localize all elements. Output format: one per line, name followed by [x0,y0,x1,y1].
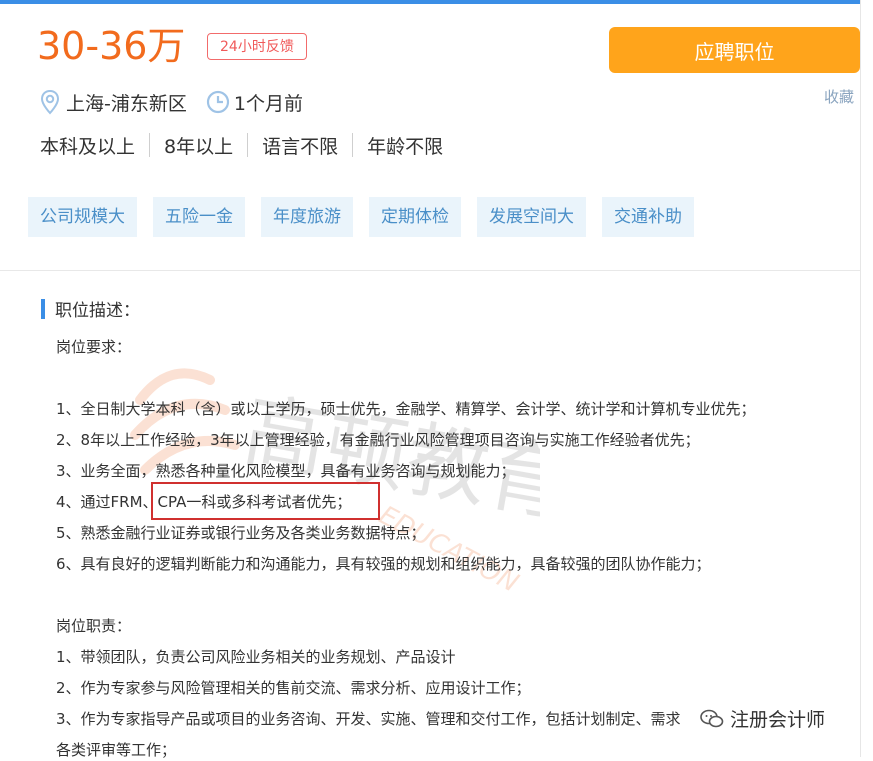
requirements-heading: 岗位要求： [56,338,132,356]
clock-icon [205,89,231,115]
wechat-icon [700,709,724,727]
duty-item: 1、带领团队，负责公司风险业务相关的业务规划、产品设计 [56,648,456,666]
benefit-tag: 公司规模大 [28,197,137,237]
req-experience: 8年以上 [164,135,234,158]
benefit-tag: 五险一金 [153,197,245,237]
duty-item: 2、作为专家参与风险管理相关的售前交流、需求分析、应用设计工作； [56,679,531,697]
req-age: 年龄不限 [367,135,444,158]
benefit-tags: 公司规模大 五险一金 年度旅游 定期体检 发展空间大 交通补助 [28,197,710,237]
cpa-highlight-box [151,482,380,520]
req-language: 语言不限 [262,135,339,158]
benefit-tag: 年度旅游 [261,197,353,237]
requirement-item: 3、业务全面，熟悉各种量化风险模型，具备有业务咨询与规划能力； [56,462,516,480]
requirement-item: 1、全日制大学本科（含）或以上学历，硕士优先，金融学、精算学、会计学、统计学和计… [56,400,756,418]
favorite-link[interactable]: 收藏 [824,86,854,107]
wechat-watermark: 注册会计师 [700,705,826,732]
salary-range: 30-36万 [37,24,186,68]
duties-heading: 岗位职责： [56,617,132,635]
posted-time: 1个月前 [233,92,303,115]
section-divider [0,270,860,271]
benefit-tag: 发展空间大 [477,197,586,237]
section-title: 职位描述： [55,301,140,321]
requirement-item: 5、熟悉金融行业证券或银行业务及各类业务数据特点； [56,524,426,542]
req-education: 本科及以上 [40,135,136,158]
section-header: 职位描述： [41,296,140,321]
location-pin-icon [37,89,63,115]
requirement-summary: 本科及以上 8年以上 语言不限 年龄不限 [40,131,443,159]
benefit-tag: 交通补助 [602,197,694,237]
requirement-item: 2、8年以上工作经验，3年以上管理经验，有金融行业风险管理项目咨询与实施工作经验… [56,431,700,449]
section-accent-bar [41,298,45,319]
watermark-sub: EDUCATION [374,500,523,598]
duty-item: 各类评审等工作； [56,741,177,759]
requirement-item: 6、具有良好的逻辑判断能力和沟通能力，具有较强的规划和组织能力，具备较强的团队协… [56,555,711,573]
feedback-badge: 24小时反馈 [207,33,307,60]
location-text: 上海-浦东新区 [66,92,187,115]
wechat-account-name: 注册会计师 [730,709,826,731]
right-border [860,0,861,757]
duty-item: 3、作为专家指导产品或项目的业务咨询、开发、实施、管理和交付工作，包括计划制定、… [56,710,681,728]
job-meta: 上海-浦东新区 1个月前 [37,87,303,117]
benefit-tag: 定期体检 [369,197,461,237]
apply-job-button[interactable]: 应聘职位 [609,27,860,73]
top-accent-bar [0,0,860,4]
